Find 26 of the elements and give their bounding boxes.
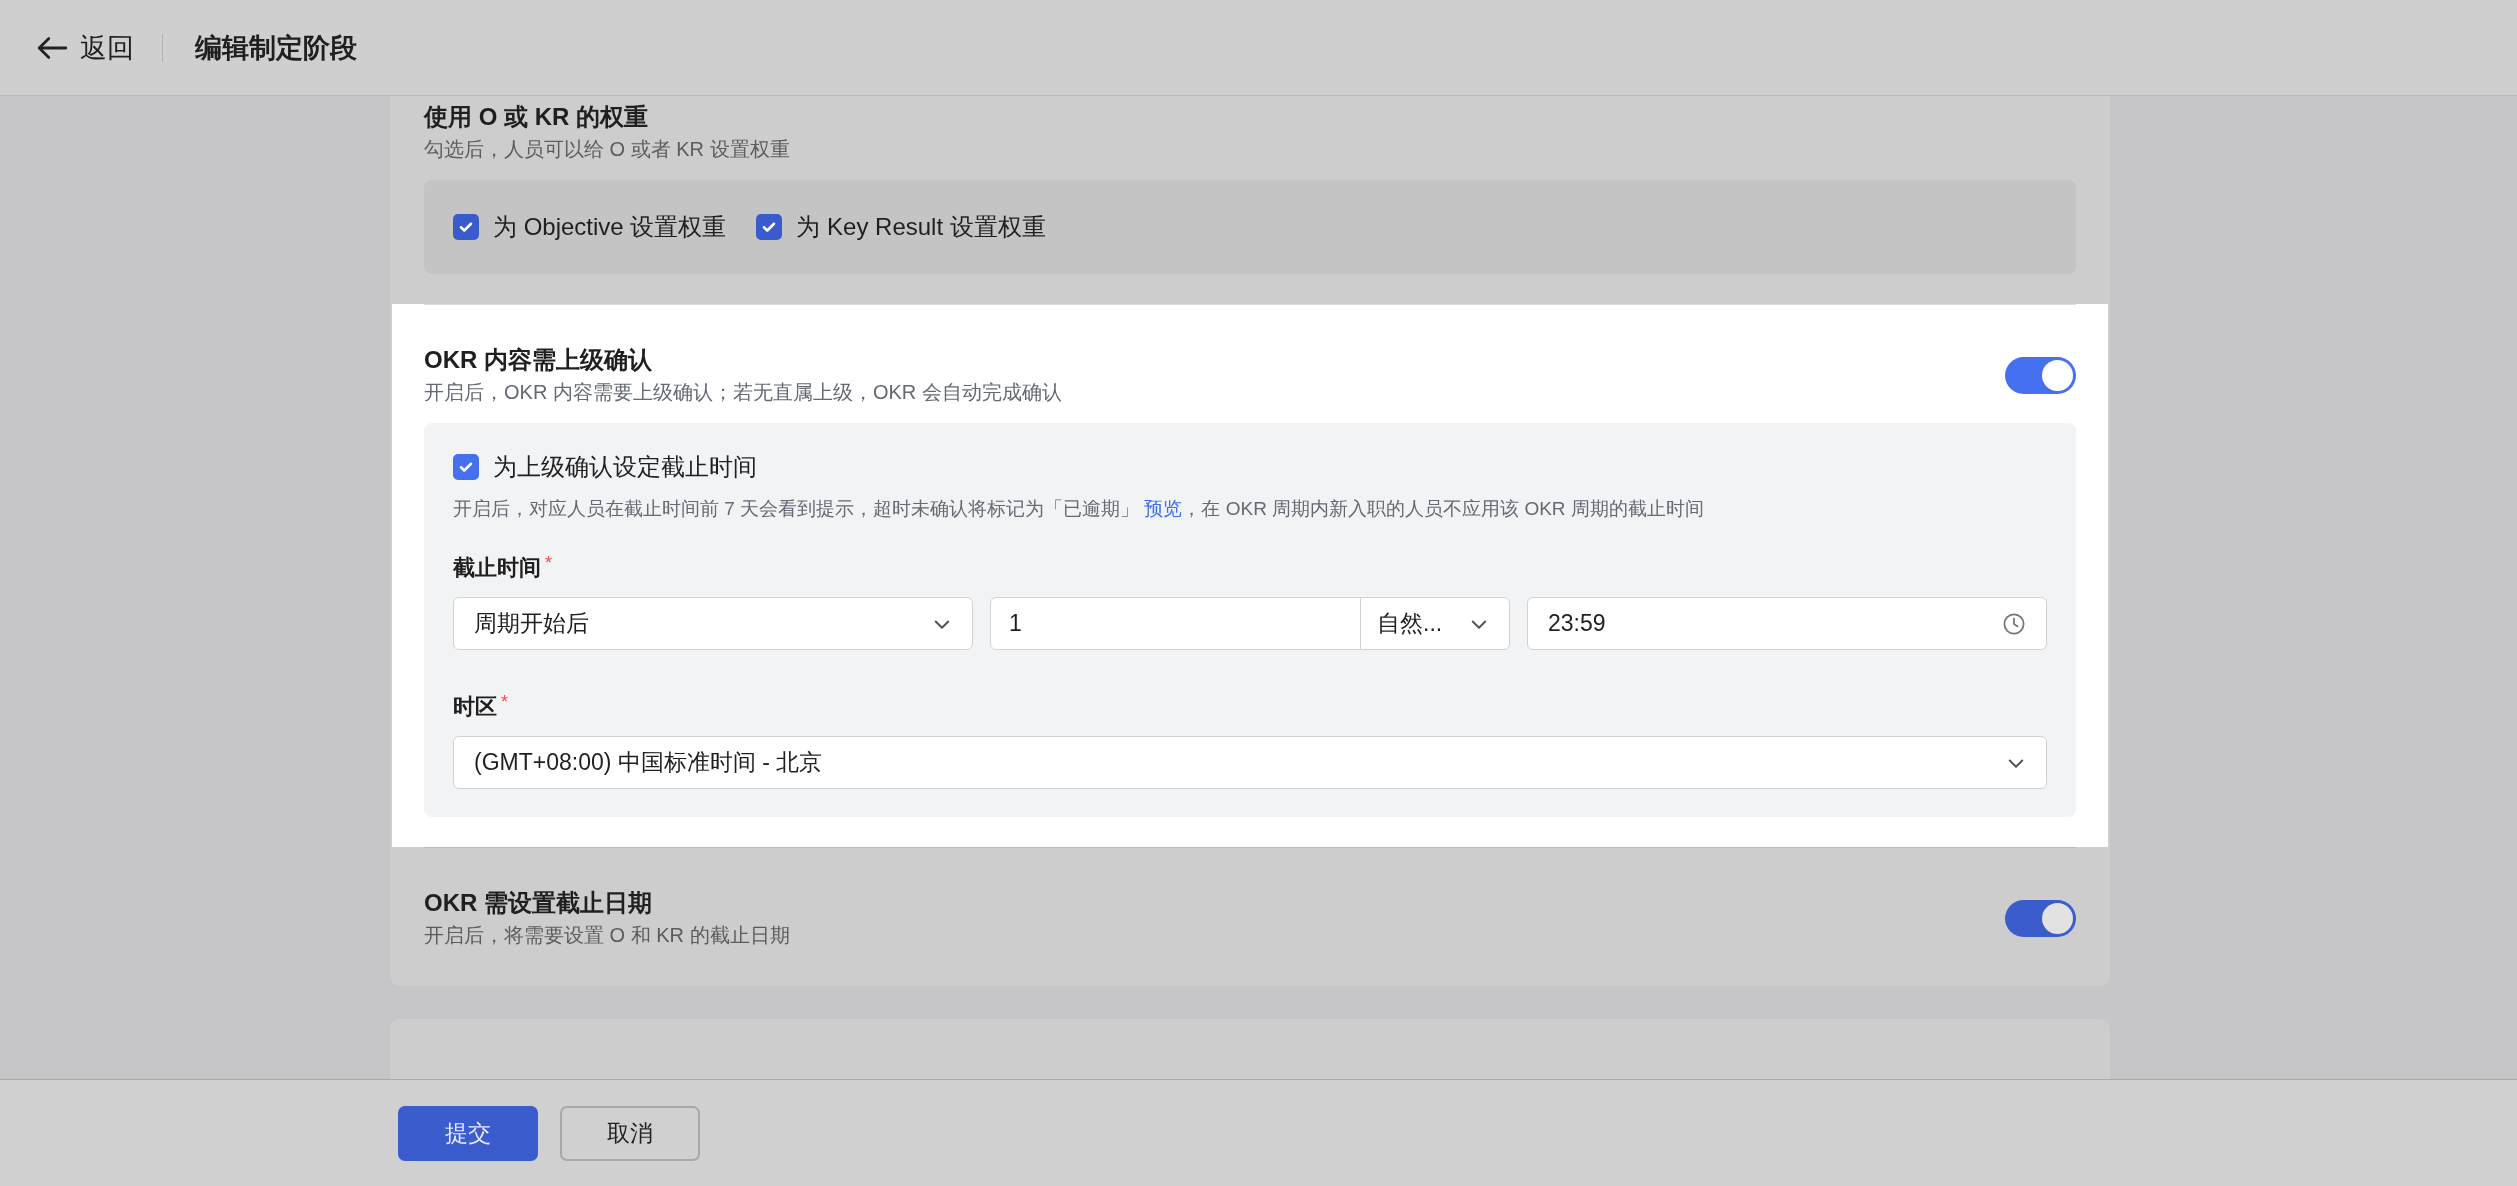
section-title: OKR 需设置截止日期: [424, 888, 653, 918]
toggle-switch[interactable]: [2005, 899, 2076, 937]
field-label: 时区: [453, 693, 497, 721]
start-select[interactable]: 周期开始后: [453, 597, 973, 650]
section-title: OKR 内容需上级确认: [424, 345, 653, 375]
page-title: 编辑制定阶段: [195, 31, 357, 65]
submit-button[interactable]: 提交: [398, 1105, 538, 1161]
section-description: 勾选后，人员可以给 O 或者 KR 设置权重: [424, 137, 790, 162]
section-title: 使用 O 或 KR 的权重: [424, 102, 649, 132]
toggle-switch[interactable]: [2005, 356, 2076, 394]
section-description: 开启后，OKR 内容需要上级确认；若无直属上级，OKR 会自动完成确认: [424, 380, 1062, 405]
section-description: 开启后，将需要设置 O 和 KR 的截止日期: [424, 923, 790, 948]
clock-icon: [2002, 611, 2026, 636]
back-arrow-icon: [36, 34, 68, 61]
hint-text: 开启后，对应人员在截止时间前 7 天会看到提示，超时未确认将标记为「已逾期」 预览，在 OKR 周期内新入职的人员不应用该 OKR 周期的截止时间: [453, 497, 1705, 521]
preview-link[interactable]: 预览: [1144, 498, 1183, 519]
required-mark: *: [545, 553, 552, 575]
weight-checkbox[interactable]: 为 Key Result 设置权重: [756, 211, 1046, 243]
cancel-button[interactable]: 取消: [560, 1105, 700, 1161]
deadline-checkbox[interactable]: 为上级确认设定截止时间: [453, 451, 2047, 483]
timezone-select[interactable]: (GMT+08:00) 中国标准时间 - 北京: [453, 736, 2047, 789]
time-input[interactable]: 23:59: [1527, 597, 2047, 650]
field-label: 截止时间: [453, 554, 541, 582]
weight-checkbox[interactable]: 为 Objective 设置权重: [453, 211, 727, 243]
back-button[interactable]: 返回: [36, 29, 134, 66]
required-mark: *: [501, 692, 508, 714]
